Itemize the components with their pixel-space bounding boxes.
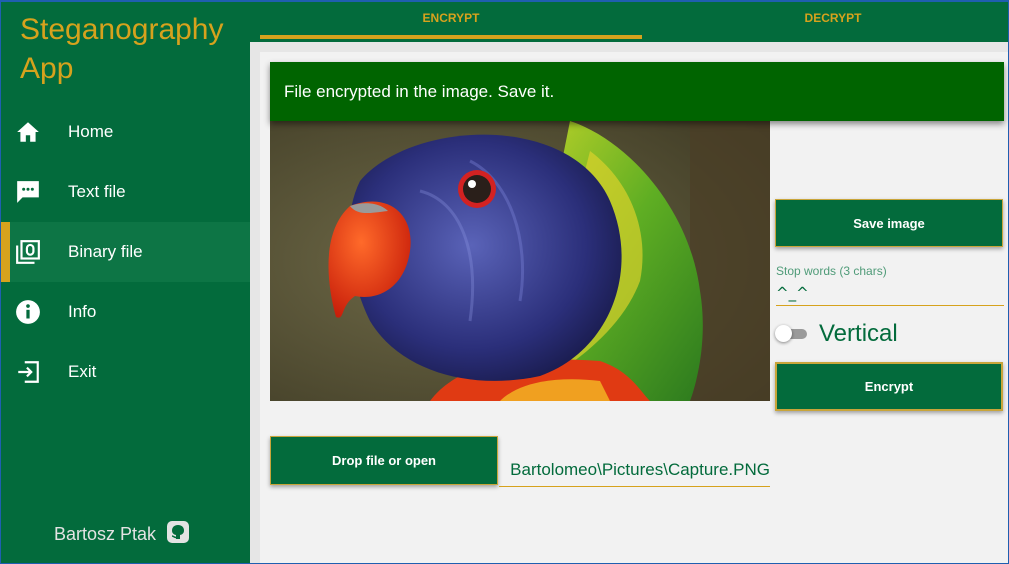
author-name: Bartosz Ptak [54,524,157,544]
app-title: Steganography App [20,13,224,85]
sidebar-item-label: Binary file [68,242,143,261]
sidebar-item-exit[interactable]: Exit [0,342,250,402]
home-icon [15,119,41,145]
tab-bar: ENCRYPT DECRYPT [250,0,1009,42]
sidebar-item-binary-file[interactable]: Binary file [0,222,250,282]
sidebar-item-label: Text file [68,182,126,201]
sidebar-item-text-file[interactable]: Text file [0,162,250,222]
binary-file-icon [15,239,41,265]
stop-words-input[interactable] [776,280,1004,306]
toggle-knob [775,325,792,342]
file-path-field[interactable]: Bartolomeo\Pictures\Capture.PNG [499,456,770,487]
chat-icon [15,179,41,205]
sidebar-item-label: Info [68,302,97,321]
sidebar-item-label: Exit [68,362,97,381]
exit-icon [15,359,41,385]
open-file-button[interactable]: Drop file or open [270,436,498,485]
sidebar-item-label: Home [68,122,114,141]
sidebar-nav: Home Text file Binary file Info Exit [0,102,250,402]
vertical-label: Vertical [819,320,898,347]
stop-words-label: Stop words (3 chars) [776,264,887,278]
save-image-button[interactable]: Save image [775,199,1003,247]
image-preview [270,121,770,401]
file-path-text: Bartolomeo\Pictures\Capture.PNG [510,460,770,479]
tab-decrypt[interactable]: DECRYPT [642,0,1009,42]
info-icon [15,299,41,325]
active-tab-indicator [260,35,642,39]
sidebar-item-home[interactable]: Home [0,102,250,162]
github-icon [166,520,190,549]
parrot-image [270,121,770,401]
notification-banner: File encrypted in the image. Save it. [270,62,1004,121]
vertical-toggle[interactable] [775,325,807,342]
encrypt-button[interactable]: Encrypt [775,362,1003,411]
author-link[interactable]: Bartosz Ptak [54,520,190,549]
sidebar: Steganography App Home Text file Binary … [0,0,250,564]
sidebar-item-info[interactable]: Info [0,282,250,342]
